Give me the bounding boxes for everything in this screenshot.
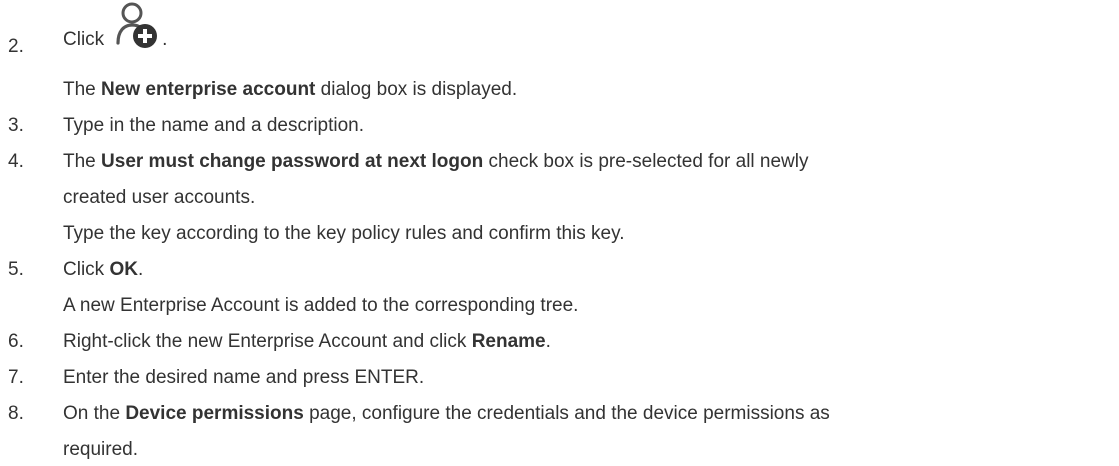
step-line: On the Device permissions page, configur… [63,403,830,425]
ui-term: OK [109,259,138,280]
step-number: 8. [8,403,24,424]
ui-term: Device permissions [125,403,304,424]
step-text: . [545,331,551,352]
step-text: Right-click the new Enterprise Account a… [63,331,472,352]
ui-term: New enterprise account [101,79,316,100]
step-line: Right-click the new Enterprise Account a… [63,331,551,353]
step-text: Click [63,29,105,50]
step-line: Type the key according to the key policy… [63,223,624,245]
step-text: . [162,29,168,50]
step-line: The User must change password at next lo… [63,151,809,173]
step-line: A new Enterprise Account is added to the… [63,295,578,317]
step-line: Enter the desired name and press ENTER. [63,367,424,389]
step-text: The [63,79,102,100]
ui-term: User must change password at next logon [101,151,484,172]
step-text: created user accounts. [63,187,256,208]
step-line: required. [63,439,138,461]
step-number: 2. [8,36,24,57]
step-number: 5. [8,259,24,280]
step-text: Click [63,259,110,280]
add-user-icon [112,1,162,51]
step-text: A new Enterprise Account is added to the… [63,295,579,316]
step-line: created user accounts. [63,187,255,209]
step-text: Type the key according to the key policy… [63,223,625,244]
step-line: Type in the name and a description. [63,115,364,137]
step-line: Click . [63,1,167,51]
step-text: . [137,259,144,280]
step-text: Type in the name and a description. [63,115,365,136]
step-text: The [63,151,102,172]
step-text: required. [63,439,138,460]
ui-term: Rename [471,331,546,352]
step-number: 6. [8,331,24,352]
step-line: Click OK. [63,259,143,281]
step-text: Enter the desired name and press ENTER. [63,367,425,388]
step-text: page, configure the credentials and the … [303,403,830,424]
step-text: dialog box is displayed. [315,79,518,100]
step-line: The New enterprise account dialog box is… [63,79,517,101]
step-number: 7. [8,367,24,388]
step-number: 4. [8,151,24,172]
step-text: check box is pre-selected for all newly [483,151,809,172]
step-number: 3. [8,115,24,136]
step-text: On the [63,403,126,424]
